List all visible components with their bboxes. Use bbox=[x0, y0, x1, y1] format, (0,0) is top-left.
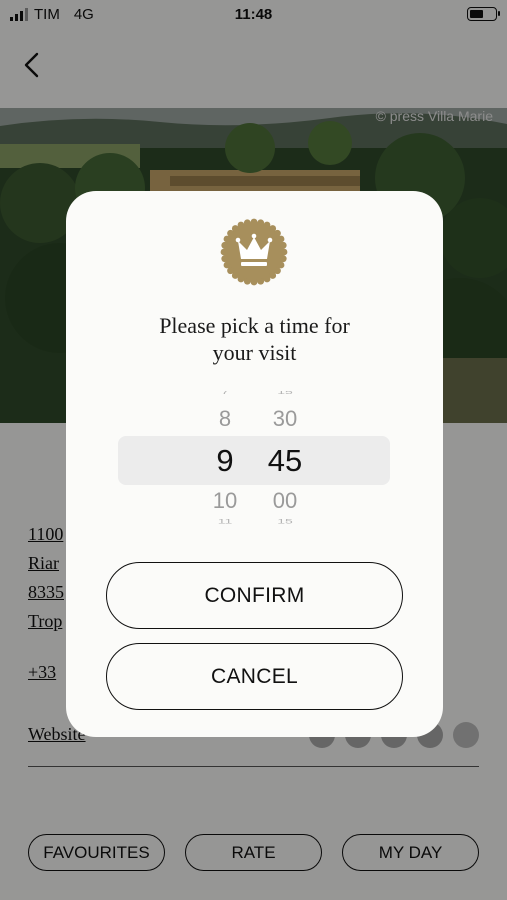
cancel-button[interactable]: CANCEL bbox=[106, 643, 403, 710]
crown-seal-icon bbox=[220, 218, 288, 286]
time-picker-dialog: Please pick a time for your visit 7 8 9 … bbox=[66, 191, 443, 737]
hour-option[interactable]: 7 bbox=[195, 391, 255, 396]
hour-option[interactable]: 10 bbox=[195, 488, 255, 514]
hour-selected[interactable]: 9 bbox=[195, 443, 255, 479]
minute-option[interactable]: 00 bbox=[255, 488, 315, 514]
title-line: Please pick a time for bbox=[159, 313, 350, 338]
title-line: your visit bbox=[212, 340, 297, 365]
minute-option[interactable]: 15 bbox=[255, 517, 315, 524]
minute-option[interactable]: 15 bbox=[255, 391, 315, 396]
dialog-title: Please pick a time for your visit bbox=[66, 312, 443, 366]
minute-selected[interactable]: 45 bbox=[255, 443, 315, 479]
confirm-button[interactable]: CONFIRM bbox=[106, 562, 403, 629]
time-picker[interactable]: 7 8 9 10 11 15 30 45 00 15 bbox=[118, 391, 390, 525]
hour-option[interactable]: 8 bbox=[195, 406, 255, 432]
minute-option[interactable]: 30 bbox=[255, 406, 315, 432]
hour-option[interactable]: 11 bbox=[195, 517, 255, 524]
